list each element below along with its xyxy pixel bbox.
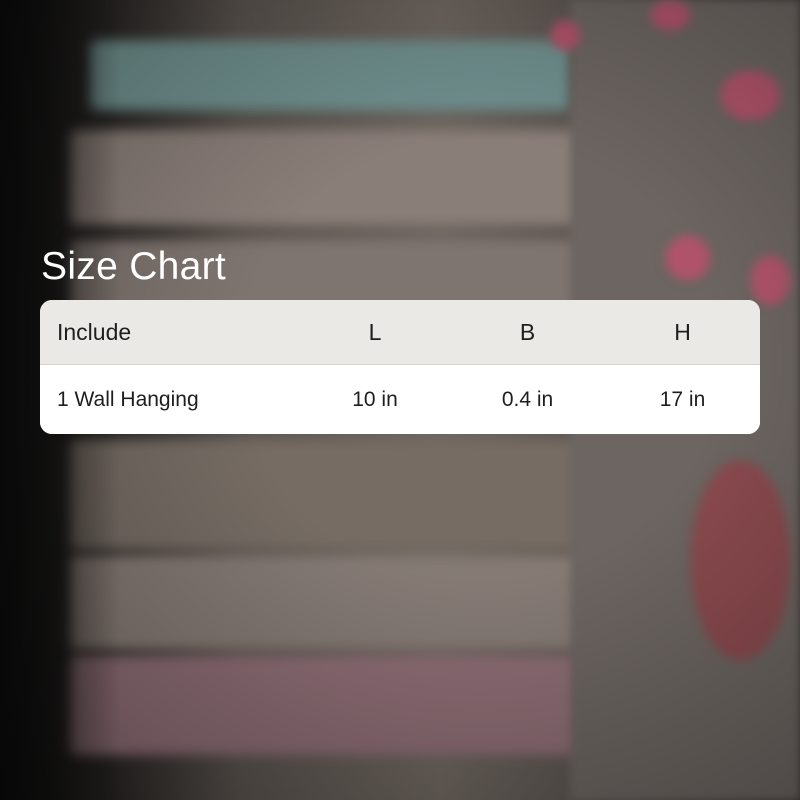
size-chart-title: Size Chart [41,245,227,288]
column-header-include: Include [57,318,132,345]
column-header-height: H [674,318,691,345]
table-header-row: Include L B H [40,300,760,365]
column-header-length: L [368,318,382,345]
table-row: 1 Wall Hanging 10 in 0.4 in 17 in [40,365,760,434]
cell-height: 17 in [659,387,706,411]
cell-length: 10 in [352,387,398,411]
cell-breadth: 0.4 in [501,387,554,411]
column-header-breadth: B [519,318,536,345]
size-chart-table: Include L B H 1 Wall Hanging 10 in 0.4 i… [40,300,760,434]
cell-include: 1 Wall Hanging [57,387,199,411]
